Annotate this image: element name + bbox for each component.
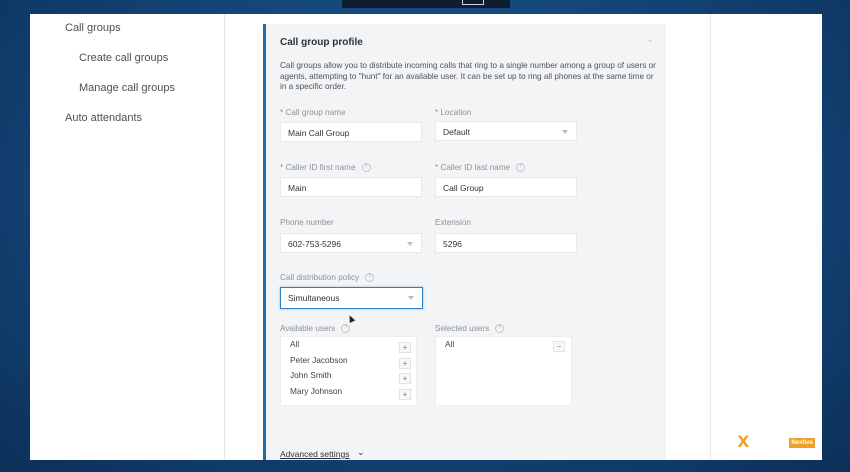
available-user-item[interactable]: Mary Johnson [290, 386, 342, 396]
call-distribution-policy-value: Simultaneous [288, 293, 340, 303]
selected-users-label: Selected users? [435, 324, 505, 334]
logo-x: x [737, 429, 750, 452]
location-select[interactable]: Default [435, 121, 577, 141]
add-user-button[interactable]: + [399, 358, 411, 369]
available-users-text: Available users [280, 324, 336, 333]
call-group-profile-panel: Call group profile ⌃ Call groups allow y… [263, 24, 666, 460]
caller-last-name-label: * Caller ID last name? [435, 163, 526, 173]
selected-users-list[interactable]: All − [435, 336, 572, 406]
brand-badge: Nextiva [789, 438, 815, 448]
caller-last-name-input[interactable]: Call Group [435, 177, 577, 197]
available-user-item[interactable]: All [290, 339, 299, 349]
caller-last-name-text: * Caller ID last name [435, 163, 511, 172]
extension-input[interactable]: 5296 [435, 233, 577, 253]
logo-suffix: tiva [748, 429, 784, 452]
call-distribution-policy-label: Call distribution policy? [280, 273, 375, 283]
info-icon[interactable]: ? [341, 324, 351, 334]
call-distribution-policy-text: Call distribution policy [280, 273, 360, 282]
call-group-name-label: * Call group name [280, 108, 346, 117]
app-screen: Call groups Create call groups Manage ca… [30, 14, 822, 460]
call-group-name-input[interactable]: Main Call Group [280, 122, 422, 142]
location-value: Default [443, 127, 470, 137]
advanced-settings-link[interactable]: Advanced settings [280, 449, 349, 459]
available-user-item[interactable]: Peter Jacobson [290, 355, 348, 365]
available-users-list[interactable]: All + Peter Jacobson + John Smith + Mary… [280, 336, 417, 406]
call-distribution-policy-select[interactable]: Simultaneous [280, 287, 423, 309]
info-icon[interactable]: ? [361, 163, 371, 173]
nav-manage-call-groups[interactable]: Manage call groups [79, 82, 175, 94]
add-user-button[interactable]: + [399, 373, 411, 384]
caller-first-name-label: * Caller ID first name? [280, 163, 371, 173]
selected-user-item[interactable]: All [445, 339, 454, 349]
phone-number-label: Phone number [280, 218, 334, 227]
extension-label: Extension [435, 218, 471, 227]
phone-number-select[interactable]: 602-753-5296 [280, 233, 422, 253]
remove-user-button[interactable]: − [553, 341, 565, 352]
phone-number-value: 602-753-5296 [288, 239, 341, 249]
info-icon[interactable]: ? [516, 163, 526, 173]
info-icon[interactable]: ? [365, 273, 375, 283]
caller-first-name-input[interactable]: Main [280, 177, 422, 197]
nav-create-call-groups[interactable]: Create call groups [79, 52, 168, 64]
fullscreen-icon[interactable] [462, 0, 484, 5]
sidebar-divider [224, 14, 225, 460]
caller-first-name-text: * Caller ID first name [280, 163, 356, 172]
nextiva-logo: nextiva [714, 429, 783, 453]
info-icon[interactable]: ? [495, 324, 505, 334]
available-users-label: Available users? [280, 324, 351, 334]
logo-prefix: ne [714, 429, 738, 452]
video-top-bar [342, 0, 510, 8]
add-user-button[interactable]: + [399, 389, 411, 400]
chevron-down-icon[interactable]: ⌄ [357, 447, 365, 458]
available-user-item[interactable]: John Smith [290, 370, 332, 380]
collapse-chevron-icon[interactable]: ⌃ [646, 38, 654, 49]
nav-call-groups[interactable]: Call groups [65, 22, 121, 34]
content-divider [710, 14, 711, 460]
panel-title: Call group profile [280, 37, 363, 48]
nav-auto-attendants[interactable]: Auto attendants [65, 112, 142, 124]
panel-description: Call groups allow you to distribute inco… [280, 61, 656, 91]
location-label: * Location [435, 108, 472, 117]
add-user-button[interactable]: + [399, 342, 411, 353]
selected-users-text: Selected users [435, 324, 490, 333]
